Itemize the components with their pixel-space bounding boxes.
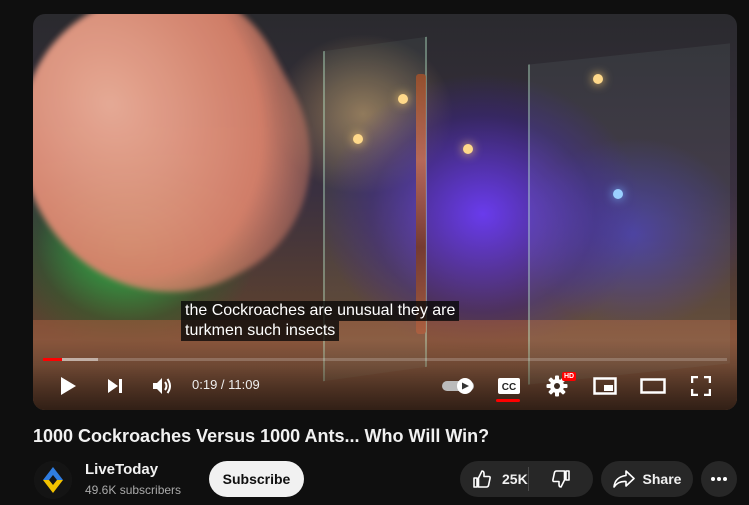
share-icon: [612, 470, 635, 488]
fullscreen-button[interactable]: [686, 371, 716, 401]
channel-name[interactable]: LiveToday: [85, 461, 158, 478]
next-button[interactable]: [100, 371, 130, 401]
play-icon: [61, 377, 76, 395]
more-icon: [711, 477, 727, 481]
like-dislike-group: 25K: [460, 461, 593, 497]
miniplayer-icon: [593, 377, 617, 395]
progress-bar[interactable]: [43, 358, 727, 361]
share-button[interactable]: Share: [601, 461, 693, 497]
miniplayer-button[interactable]: [590, 371, 620, 401]
video-finger: [33, 14, 358, 343]
video-light: [593, 74, 603, 84]
progress-played: [43, 358, 63, 361]
captions-active-indicator: [496, 399, 520, 402]
video-insect-trail: [416, 74, 426, 334]
channel-avatar[interactable]: [34, 461, 72, 499]
theater-icon: [640, 378, 666, 394]
volume-icon: [153, 378, 171, 394]
video-title: 1000 Cockroaches Versus 1000 Ants... Who…: [33, 426, 490, 446]
video-glass-tank-right: [528, 43, 730, 385]
caption-line-1: the Cockroaches are unusual they are: [181, 301, 460, 321]
dislike-icon: [552, 470, 570, 488]
svg-text:CC: CC: [502, 382, 516, 393]
channel-logo-icon: [34, 461, 72, 499]
caption-line-2: turkmen such insects: [181, 321, 340, 341]
video-player[interactable]: the Cockroaches are unusual they are tur…: [33, 14, 737, 410]
video-light: [613, 189, 623, 199]
fullscreen-icon: [691, 376, 711, 396]
like-icon: [473, 470, 491, 488]
captions-button[interactable]: CC: [494, 371, 524, 401]
more-actions-button[interactable]: [701, 461, 737, 497]
captions-icon: CC: [498, 378, 520, 394]
video-light: [353, 134, 363, 144]
dislike-button[interactable]: [529, 461, 593, 497]
play-button[interactable]: [53, 371, 83, 401]
time-display: 0:19 / 11:09: [192, 377, 260, 392]
video-light: [463, 144, 473, 154]
hd-badge: HD: [562, 372, 577, 381]
video-light: [398, 94, 408, 104]
controls-gradient: [33, 340, 737, 410]
subscriber-count: 49.6K subscribers: [85, 483, 182, 497]
autoplay-toggle[interactable]: [440, 371, 476, 401]
next-icon: [108, 379, 122, 393]
like-button[interactable]: 25K: [460, 461, 528, 497]
volume-button[interactable]: [147, 371, 177, 401]
share-label: Share: [642, 471, 682, 487]
autoplay-toggle-icon: [442, 378, 474, 394]
theater-mode-button[interactable]: [637, 371, 669, 401]
subscribe-button[interactable]: Subscribe: [209, 461, 304, 497]
captions-overlay: the Cockroaches are unusual they are tur…: [181, 301, 460, 341]
like-count: 25K: [502, 471, 528, 487]
